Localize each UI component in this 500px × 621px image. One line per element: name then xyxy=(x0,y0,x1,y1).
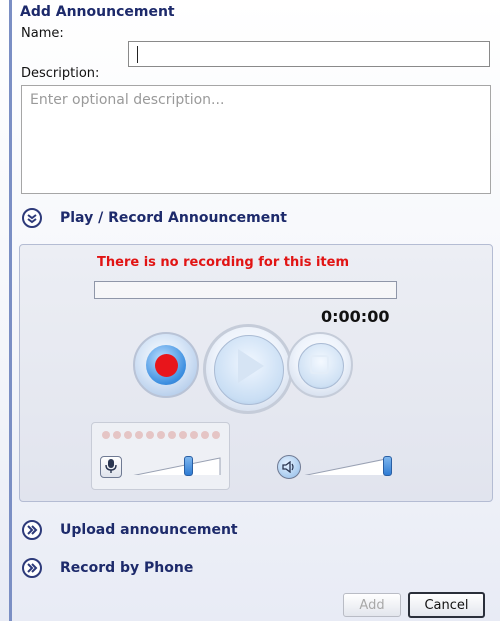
upload-section-toggle[interactable]: Upload announcement xyxy=(22,518,238,542)
add-button[interactable]: Add xyxy=(343,593,401,617)
time-display: 0:00:00 xyxy=(321,307,390,326)
microphone-mute-button[interactable] xyxy=(100,456,122,478)
mic-level-led xyxy=(157,431,165,439)
mic-level-led xyxy=(102,431,110,439)
mic-volume-slider-thumb[interactable] xyxy=(183,456,193,476)
expand-icon xyxy=(22,558,42,578)
add-announcement-dialog: Add Announcement Name: Description: Play… xyxy=(0,0,500,621)
speaker-volume-track[interactable] xyxy=(302,457,392,475)
expand-icon xyxy=(22,520,42,540)
speaker-volume-slider-thumb[interactable] xyxy=(383,456,392,476)
left-accent-bar xyxy=(9,0,12,621)
mic-level-led xyxy=(124,431,132,439)
speaker-icon xyxy=(282,458,296,477)
play-record-section-label: Play / Record Announcement xyxy=(60,210,287,226)
play-button[interactable] xyxy=(203,324,293,414)
name-label: Name: xyxy=(21,26,64,41)
record-button[interactable] xyxy=(133,332,199,398)
mic-level-led xyxy=(190,431,198,439)
mic-level-led xyxy=(135,431,143,439)
record-dot xyxy=(155,354,178,377)
mic-level-led xyxy=(212,431,220,439)
mic-level-meter xyxy=(102,431,220,439)
play-record-section-toggle[interactable]: Play / Record Announcement xyxy=(22,206,287,230)
mic-volume-track[interactable] xyxy=(131,457,221,475)
description-field[interactable] xyxy=(21,85,491,194)
status-message: There is no recording for this item xyxy=(97,255,349,270)
record-by-phone-section-label: Record by Phone xyxy=(60,560,194,576)
name-field[interactable] xyxy=(128,41,490,67)
record-by-phone-section-toggle[interactable]: Record by Phone xyxy=(22,556,193,580)
upload-section-label: Upload announcement xyxy=(60,522,238,538)
cancel-button[interactable]: Cancel xyxy=(408,592,485,618)
dialog-title: Add Announcement xyxy=(20,4,175,20)
mic-level-led xyxy=(168,431,176,439)
description-label: Description: xyxy=(21,66,100,81)
mic-level-led xyxy=(179,431,187,439)
collapse-icon xyxy=(22,208,42,228)
mic-level-led xyxy=(146,431,154,439)
microphone-icon xyxy=(105,458,117,477)
stop-button[interactable] xyxy=(287,332,353,398)
playback-progress-bar[interactable] xyxy=(94,281,397,299)
stop-square xyxy=(310,355,329,374)
mic-level-led xyxy=(113,431,121,439)
mic-level-led xyxy=(201,431,209,439)
play-triangle xyxy=(238,349,264,383)
text-caret xyxy=(137,46,138,63)
speaker-mute-button[interactable] xyxy=(277,455,301,479)
